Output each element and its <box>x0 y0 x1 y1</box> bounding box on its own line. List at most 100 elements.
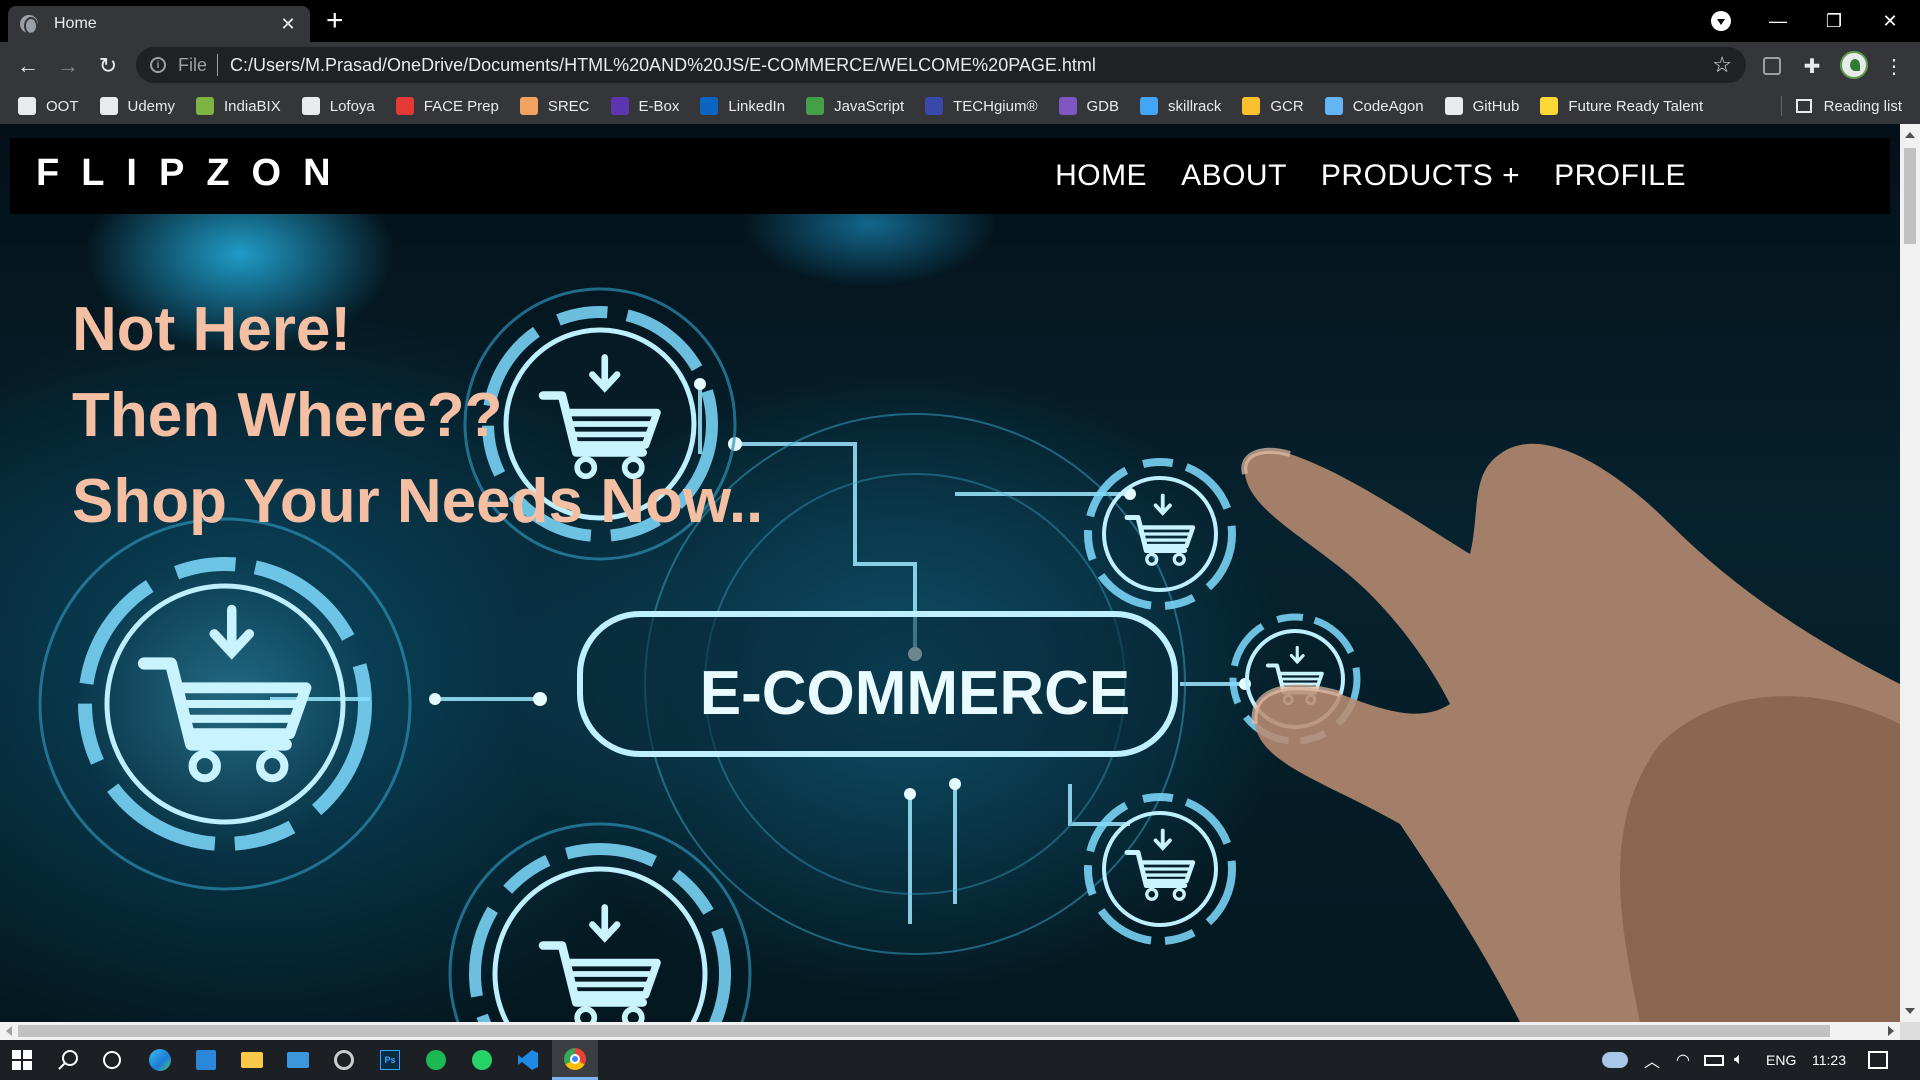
tab-home[interactable]: Home ✕ <box>8 6 310 42</box>
wifi-icon[interactable]: ◠ <box>1676 1040 1690 1080</box>
site-navbar: FLIPZON HOME ABOUT PRODUCTS + PROFILE <box>10 138 1890 214</box>
bookmark-item[interactable]: E-Box <box>610 97 680 115</box>
bookmark-item[interactable]: JavaScript <box>806 97 904 115</box>
bookmark-item[interactable]: OOT <box>18 97 79 115</box>
bookmarks-bar: OOT Udemy IndiaBIX Lofoya FACE Prep SREC E-Box… <box>0 88 1920 124</box>
bookmark-icon <box>610 97 629 115</box>
bookmark-item[interactable]: GCR <box>1242 97 1304 115</box>
address-bar[interactable]: i File C:/Users/M.Prasad/OneDrive/Docume… <box>136 47 1746 83</box>
minimize-icon[interactable]: — <box>1750 0 1806 42</box>
bookmark-icon <box>99 97 118 115</box>
bookmark-label: JavaScript <box>834 97 905 115</box>
task-view-icon[interactable] <box>100 1048 124 1072</box>
bookmark-icon <box>519 97 538 115</box>
bookmark-icon <box>1324 97 1343 115</box>
chrome-taskbar-button[interactable] <box>552 1040 598 1080</box>
back-icon[interactable]: ← <box>14 52 42 80</box>
bookmark-item[interactable]: Udemy <box>99 97 175 115</box>
bookmark-icon <box>1058 97 1077 115</box>
bookmark-item[interactable]: FACE Prep <box>395 97 499 115</box>
search-icon[interactable] <box>56 1048 80 1072</box>
file-explorer-icon[interactable] <box>240 1048 264 1072</box>
forward-icon[interactable]: → <box>54 52 82 80</box>
scroll-left-icon[interactable] <box>6 1026 12 1036</box>
bookmark-star-icon[interactable]: ☆ <box>1712 52 1732 78</box>
new-tab-button[interactable]: + <box>326 6 344 36</box>
extension-icon[interactable] <box>1760 54 1784 78</box>
scroll-up-icon[interactable] <box>1905 132 1915 138</box>
bookmark-item[interactable]: SREC <box>519 97 590 115</box>
reading-list-label: Reading list <box>1823 97 1902 115</box>
bookmark-icon <box>1242 97 1261 115</box>
media-player-icon[interactable] <box>332 1048 356 1072</box>
bookmark-icon <box>196 97 215 115</box>
nav-home[interactable]: HOME <box>1055 159 1147 193</box>
restore-icon[interactable]: ❐ <box>1806 0 1862 42</box>
bookmark-icon <box>925 97 944 115</box>
bookmark-icon <box>301 97 320 115</box>
scroll-right-icon[interactable] <box>1888 1026 1894 1036</box>
bookmark-icon <box>18 97 36 115</box>
bookmark-label: E-Box <box>638 97 680 115</box>
bookmark-item[interactable]: Lofoya <box>301 97 375 115</box>
nav-about[interactable]: ABOUT <box>1181 159 1287 193</box>
vertical-scroll-thumb[interactable] <box>1904 148 1916 244</box>
weather-icon[interactable] <box>1602 1040 1628 1080</box>
bookmark-item[interactable]: GitHub <box>1444 97 1519 115</box>
bookmark-label: skillrack <box>1168 97 1222 115</box>
photoshop-icon[interactable]: Ps <box>378 1048 402 1072</box>
bookmark-icon <box>700 97 719 115</box>
battery-icon[interactable] <box>1704 1040 1724 1080</box>
nav-profile[interactable]: PROFILE <box>1554 159 1686 193</box>
scroll-corner <box>1900 1022 1920 1040</box>
scroll-down-icon[interactable] <box>1905 1008 1915 1014</box>
browser-toolbar: ← → ↻ i File C:/Users/M.Prasad/OneDrive/… <box>0 42 1920 88</box>
site-logo[interactable]: FLIPZON <box>36 152 353 195</box>
vscode-icon[interactable] <box>516 1048 540 1072</box>
bookmark-label: Future Ready Talent <box>1568 97 1704 115</box>
info-icon[interactable]: i <box>150 57 166 73</box>
nav-products[interactable]: PRODUCTS + <box>1321 159 1520 193</box>
bookmark-icon <box>1444 97 1463 115</box>
mail-icon[interactable] <box>286 1048 310 1072</box>
reading-list-button[interactable]: Reading list <box>1795 88 1902 124</box>
bookmark-item[interactable]: skillrack <box>1140 97 1221 115</box>
notifications-icon[interactable] <box>1868 1040 1888 1080</box>
reading-list-icon <box>1795 99 1812 113</box>
window-close-icon[interactable]: ✕ <box>1862 0 1918 42</box>
bookmark-icon <box>395 97 414 115</box>
bookmark-item[interactable]: CodeAgon <box>1324 97 1424 115</box>
bookmark-label: LinkedIn <box>728 97 786 115</box>
site-nav: HOME ABOUT PRODUCTS + PROFILE <box>1021 138 1686 214</box>
clock[interactable]: 11:23 <box>1812 1040 1846 1080</box>
tray-overflow-icon[interactable]: ︿ <box>1644 1040 1660 1080</box>
tab-search-icon[interactable] <box>1711 11 1731 31</box>
bookmark-item[interactable]: LinkedIn <box>700 97 785 115</box>
photos-icon[interactable] <box>194 1048 218 1072</box>
language-indicator[interactable]: ENG <box>1766 1040 1796 1080</box>
reload-icon[interactable]: ↻ <box>94 52 122 80</box>
close-icon[interactable]: ✕ <box>278 14 298 35</box>
address-url[interactable]: C:/Users/M.Prasad/OneDrive/Documents/HTM… <box>230 55 1096 76</box>
whatsapp-icon[interactable] <box>470 1048 494 1072</box>
globe-icon <box>20 15 38 35</box>
page-viewport: E-COMMERCE FLIPZON HOME ABOUT PRODUCTS +… <box>0 124 1900 1022</box>
horizontal-scrollbar[interactable] <box>0 1022 1900 1040</box>
puzzle-icon[interactable]: ✚ <box>1800 54 1824 78</box>
horizontal-scroll-thumb[interactable] <box>18 1025 1830 1037</box>
bookmark-item[interactable]: TECHgium® <box>925 97 1038 115</box>
windows-start-icon[interactable] <box>10 1048 34 1072</box>
address-scheme: File <box>178 54 208 75</box>
bookmark-item[interactable]: Future Ready Talent <box>1540 97 1703 115</box>
spotify-icon[interactable] <box>424 1048 448 1072</box>
bookmark-item[interactable]: IndiaBIX <box>196 97 281 115</box>
volume-icon[interactable]: 🔈︎ <box>1734 1040 1744 1080</box>
bookmark-label: OOT <box>46 97 79 115</box>
menu-icon[interactable]: ⋮ <box>1882 54 1906 78</box>
tab-strip: Home ✕ + — ❐ ✕ <box>0 0 1920 42</box>
vertical-scrollbar[interactable] <box>1900 124 1920 1022</box>
bookmark-label: Lofoya <box>329 97 375 115</box>
avatar[interactable] <box>1840 51 1868 79</box>
edge-icon[interactable] <box>148 1048 172 1072</box>
bookmark-item[interactable]: GDB <box>1058 97 1119 115</box>
